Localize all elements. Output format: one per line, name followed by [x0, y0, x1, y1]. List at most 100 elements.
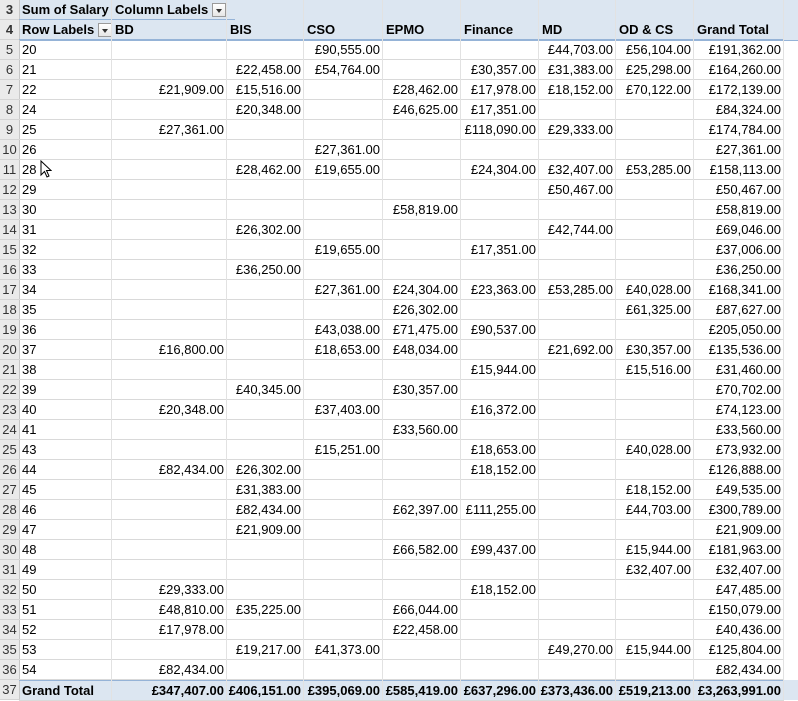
value-cell[interactable]	[304, 540, 383, 560]
value-cell[interactable]	[112, 260, 227, 280]
value-cell[interactable]: £26,302.00	[227, 460, 304, 480]
value-cell[interactable]	[461, 260, 539, 280]
value-cell[interactable]	[461, 340, 539, 360]
value-cell[interactable]	[112, 360, 227, 380]
value-cell[interactable]: £26,302.00	[383, 300, 461, 320]
value-cell[interactable]	[539, 580, 616, 600]
value-cell[interactable]: £42,744.00	[539, 220, 616, 240]
row-header-13[interactable]: 13	[0, 200, 20, 220]
value-cell[interactable]	[616, 420, 694, 440]
row-header-32[interactable]: 32	[0, 580, 20, 600]
value-cell[interactable]: £17,978.00	[112, 620, 227, 640]
row-header-37[interactable]: 37	[0, 680, 20, 700]
row-header-30[interactable]: 30	[0, 540, 20, 560]
value-cell[interactable]	[461, 180, 539, 200]
row-header-6[interactable]: 6	[0, 60, 20, 80]
value-cell[interactable]	[616, 660, 694, 680]
value-cell[interactable]: £33,560.00	[694, 420, 784, 440]
value-cell[interactable]: £174,784.00	[694, 120, 784, 140]
grand-total-value-cell[interactable]: £3,263,991.00	[694, 680, 784, 701]
value-cell[interactable]	[383, 480, 461, 500]
row-label-cell[interactable]: 32	[19, 240, 112, 260]
value-cell[interactable]: £27,361.00	[304, 140, 383, 160]
value-cell[interactable]: £18,152.00	[461, 580, 539, 600]
value-cell[interactable]	[539, 300, 616, 320]
row-label-cell[interactable]: 24	[19, 100, 112, 120]
row-label-cell[interactable]: 20	[19, 40, 112, 60]
value-cell[interactable]: £16,800.00	[112, 340, 227, 360]
value-cell[interactable]	[461, 380, 539, 400]
value-cell[interactable]: £300,789.00	[694, 500, 784, 520]
value-cell[interactable]: £47,485.00	[694, 580, 784, 600]
value-cell[interactable]	[383, 440, 461, 460]
row-label-cell[interactable]: 21	[19, 60, 112, 80]
row-label-cell[interactable]: 47	[19, 520, 112, 540]
value-cell[interactable]	[461, 560, 539, 580]
grand-total-value-cell[interactable]: £347,407.00	[112, 680, 227, 701]
value-cell[interactable]	[304, 620, 383, 640]
value-cell[interactable]	[461, 140, 539, 160]
value-cell[interactable]: £168,341.00	[694, 280, 784, 300]
row-header-14[interactable]: 14	[0, 220, 20, 240]
value-cell[interactable]	[616, 520, 694, 540]
value-cell[interactable]	[304, 500, 383, 520]
value-cell[interactable]: £31,383.00	[227, 480, 304, 500]
value-cell[interactable]: £48,034.00	[383, 340, 461, 360]
row-header-36[interactable]: 36	[0, 660, 20, 680]
value-cell[interactable]	[461, 600, 539, 620]
value-cell[interactable]	[616, 320, 694, 340]
value-cell[interactable]	[304, 600, 383, 620]
value-cell[interactable]	[539, 140, 616, 160]
value-cell[interactable]	[112, 40, 227, 60]
value-cell[interactable]	[539, 520, 616, 540]
value-cell[interactable]: £15,944.00	[616, 640, 694, 660]
value-cell[interactable]: £21,909.00	[694, 520, 784, 540]
value-cell[interactable]	[112, 520, 227, 540]
value-cell[interactable]: £53,285.00	[616, 160, 694, 180]
value-cell[interactable]: £40,436.00	[694, 620, 784, 640]
value-cell[interactable]	[304, 420, 383, 440]
column-header-grand-total[interactable]: Grand Total	[694, 20, 784, 40]
value-cell[interactable]	[112, 60, 227, 80]
value-cell[interactable]	[383, 60, 461, 80]
value-cell[interactable]: £99,437.00	[461, 540, 539, 560]
value-cell[interactable]	[539, 360, 616, 380]
row-label-cell[interactable]: 37	[19, 340, 112, 360]
value-cell[interactable]	[383, 180, 461, 200]
value-cell[interactable]: £70,122.00	[616, 80, 694, 100]
value-cell[interactable]: £53,285.00	[539, 280, 616, 300]
value-cell[interactable]: £125,804.00	[694, 640, 784, 660]
value-cell[interactable]	[383, 160, 461, 180]
value-cell[interactable]	[539, 600, 616, 620]
value-cell[interactable]: £66,582.00	[383, 540, 461, 560]
row-labels-header[interactable]: Row Labels	[19, 20, 112, 40]
value-cell[interactable]: £50,467.00	[539, 180, 616, 200]
value-cell[interactable]	[539, 660, 616, 680]
value-cell[interactable]	[383, 660, 461, 680]
row-header-18[interactable]: 18	[0, 300, 20, 320]
column-header-epmo[interactable]: EPMO	[383, 20, 461, 40]
value-cell[interactable]	[227, 300, 304, 320]
grand-total-value-cell[interactable]: £585,419.00	[383, 680, 461, 701]
value-cell[interactable]: £37,006.00	[694, 240, 784, 260]
value-cell[interactable]	[304, 580, 383, 600]
value-cell[interactable]	[539, 460, 616, 480]
value-cell[interactable]: £20,348.00	[112, 400, 227, 420]
value-cell[interactable]	[112, 320, 227, 340]
row-label-cell[interactable]: 50	[19, 580, 112, 600]
row-label-cell[interactable]: 30	[19, 200, 112, 220]
row-label-cell[interactable]: 51	[19, 600, 112, 620]
value-cell[interactable]: £71,475.00	[383, 320, 461, 340]
value-cell[interactable]	[539, 560, 616, 580]
row-header-28[interactable]: 28	[0, 500, 20, 520]
value-cell[interactable]: £27,361.00	[304, 280, 383, 300]
value-cell[interactable]: £44,703.00	[616, 500, 694, 520]
value-cell[interactable]	[304, 220, 383, 240]
value-cell[interactable]	[227, 440, 304, 460]
value-cell[interactable]	[304, 300, 383, 320]
value-cell[interactable]: £40,028.00	[616, 280, 694, 300]
value-cell[interactable]	[616, 100, 694, 120]
value-cell[interactable]: £24,304.00	[461, 160, 539, 180]
value-cell[interactable]	[227, 200, 304, 220]
column-header-finance[interactable]: Finance	[461, 20, 539, 40]
